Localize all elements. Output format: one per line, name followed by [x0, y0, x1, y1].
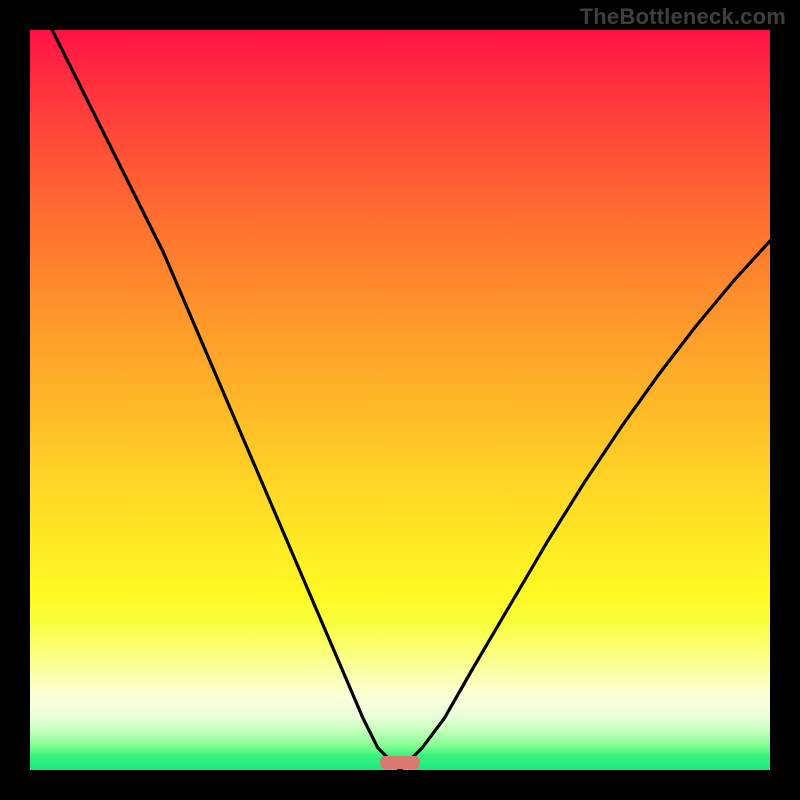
bottleneck-curve: [30, 30, 770, 770]
plot-area: [30, 30, 770, 770]
chart-frame: TheBottleneck.com: [0, 0, 800, 800]
curve-layer: [30, 30, 770, 770]
optimum-marker: [380, 756, 420, 769]
watermark-text: TheBottleneck.com: [580, 4, 786, 30]
